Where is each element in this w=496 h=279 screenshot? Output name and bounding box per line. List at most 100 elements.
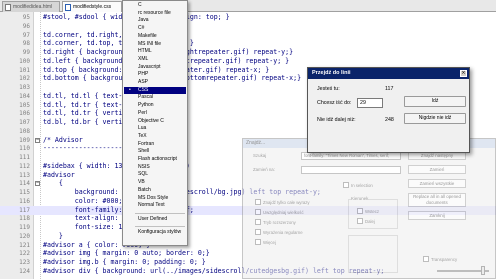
line-number: 105 [19,101,30,109]
menu-item-sql[interactable]: SQL [124,171,186,179]
line-number: 114 [19,180,30,188]
line-number: 106 [19,110,30,118]
menu-item-fortran[interactable]: Fortran [124,141,186,149]
line-number: 111 [19,154,30,161]
code-text[interactable]: /* Advisor [43,136,83,145]
code-text[interactable]: #advisor img { margin: 0 auto; border: 0… [43,249,210,258]
menu-item-normal-text[interactable]: Normal Text [124,202,186,210]
line-number: 117 [19,206,30,214]
menu-item-rc-resource-file[interactable]: rc resource file [124,10,186,18]
menu-item-tex[interactable]: TeX [124,133,186,141]
line-number: 97 [22,31,30,39]
code-text[interactable]: text-align: ce [43,214,131,223]
line-number: 122 [19,250,30,258]
menu-item-ms-ini-file[interactable]: MS INI file [124,41,186,49]
fold-toggle-icon[interactable]: − [35,181,40,187]
code-line[interactable]: 100td.left { background: u /leftrepeater… [0,57,496,66]
goto-line-dialog: Przejdź do linii × Jesteś tu: 117 Chcesz… [307,67,470,153]
find-input[interactable]: font-family: "Times New Roman", Times, s… [301,152,401,160]
transparency-slider-thumb[interactable] [481,266,485,275]
tab-modifiedidea[interactable]: modifiedidea.html [2,1,60,12]
menu-item-javascript[interactable]: Javascript [124,64,186,72]
line-number: 101 [19,66,30,74]
close-icon[interactable]: × [460,70,467,77]
close-button[interactable]: Zamknij [408,211,466,220]
menu-item-user-defined[interactable]: User Defined [124,216,186,224]
menu-item-c[interactable]: C# [124,25,186,33]
match-case-checkbox[interactable]: Uwzględniaj wielkość [255,209,304,215]
menu-item-perl[interactable]: Perl [124,110,186,118]
code-line[interactable]: 96 [0,22,496,31]
replace-input[interactable] [301,166,401,174]
menu-item-lua[interactable]: Lua [124,125,186,133]
code-line[interactable]: 99 td.right { background: /rightrepeater.… [0,48,496,57]
max-line-label: Nie idź dalej niż: [317,117,356,123]
code-text[interactable]: #advisor [43,171,75,180]
goto-line-input[interactable]: 29 [357,98,383,108]
line-number: 116 [19,197,30,205]
line-number: 96 [22,22,30,30]
code-line[interactable]: 98 td.corner, td.top, td. px; } [0,39,496,48]
menu-item-nsis[interactable]: NSIS [124,164,186,172]
in-selection-checkbox[interactable]: In selection [343,182,373,188]
menu-item-css[interactable]: CSS [124,86,186,95]
code-line[interactable]: 95#stool, #sdool { width: lign: top; } [0,13,496,22]
menu-separator [135,225,185,227]
replace-all-button[interactable]: Zamień wszystkie [408,179,466,188]
direction-down-radio[interactable]: Dalej [357,218,375,224]
menu-separator [135,212,185,214]
line-number: 118 [19,215,30,223]
menu-item-python[interactable]: Python [124,102,186,110]
menu-item-c[interactable]: C [124,2,186,10]
menu-item-php[interactable]: PHP [124,71,186,79]
menu-item-java[interactable]: Java [124,17,186,25]
regex-checkbox[interactable]: Wyrażenia regularne [255,229,303,235]
menu-item-pascal[interactable]: Pascal [124,94,186,102]
menu-item-shell[interactable]: Shell [124,148,186,156]
code-text[interactable]: td.tl, td.tr { text-al [43,101,130,110]
file-icon [65,3,71,11]
code-text[interactable]: td.bl, td.br { vertica [43,118,130,127]
code-text[interactable]: } [43,232,63,241]
line-number: 124 [19,267,30,275]
line-number: 121 [19,241,30,249]
code-line[interactable]: 97 td.corner, td.right, td. px; [0,31,496,40]
display-position-group [348,235,398,273]
code-text[interactable]: #advisor img.b { margin: 0; padding: 0; … [43,258,206,267]
line-number: 103 [19,84,30,91]
more-checkbox[interactable]: Więcej [255,239,276,245]
code-text[interactable]: color: #000; [43,197,123,206]
menu-item-xml[interactable]: XML [124,56,186,64]
code-text[interactable]: td.tl, td.tl { text-al [43,92,130,101]
line-number: 112 [19,162,30,170]
menu-item-konfiguracja-styl-w[interactable]: Konfiguracja stylów [124,229,186,237]
line-number: 119 [19,224,30,231]
menu-item-batch[interactable]: Batch [124,187,186,195]
code-text[interactable]: font-size: 13p [43,223,131,232]
replace-all-docs-button[interactable]: Replace all in all opened documents [408,193,466,207]
go-button[interactable]: Idź [404,96,466,107]
menu-item-makefile[interactable]: Makefile [124,33,186,41]
goto-dialog-title: Przejdź do linii [308,68,469,79]
menu-item-vb[interactable]: VB [124,179,186,187]
menu-item-asp[interactable]: ASP [124,79,186,87]
current-line-value: 117 [385,86,394,92]
line-number: 100 [19,57,30,65]
transparency-checkbox[interactable]: Transparency [423,256,457,262]
line-number: 113 [19,171,30,179]
menu-item-html[interactable]: HTML [124,48,186,56]
direction-up-radio[interactable]: Wstecz [357,208,379,214]
line-number: 98 [22,40,30,48]
menu-item-flash-actionscript[interactable]: Flash actionscript [124,156,186,164]
fold-toggle-icon[interactable]: − [35,137,40,143]
extended-mode-checkbox[interactable]: Tryb rozszerzony [255,219,296,225]
line-number: 120 [19,232,30,240]
code-text[interactable]: td.tl, td.tr { vertica [43,109,130,118]
cancel-button[interactable]: Nigdzie nie idź [404,113,466,124]
tab-modifiedstyle[interactable]: modifiedstyle.css [62,1,122,12]
whole-word-checkbox[interactable]: Znajdź tylko całe wyrazy [255,199,310,205]
menu-item-ms-dos-style[interactable]: MS Dos Style [124,195,186,203]
menu-item-objective-c[interactable]: Objective C [124,118,186,126]
replace-button[interactable]: Zamień [408,165,466,174]
code-text[interactable]: { [43,179,63,188]
